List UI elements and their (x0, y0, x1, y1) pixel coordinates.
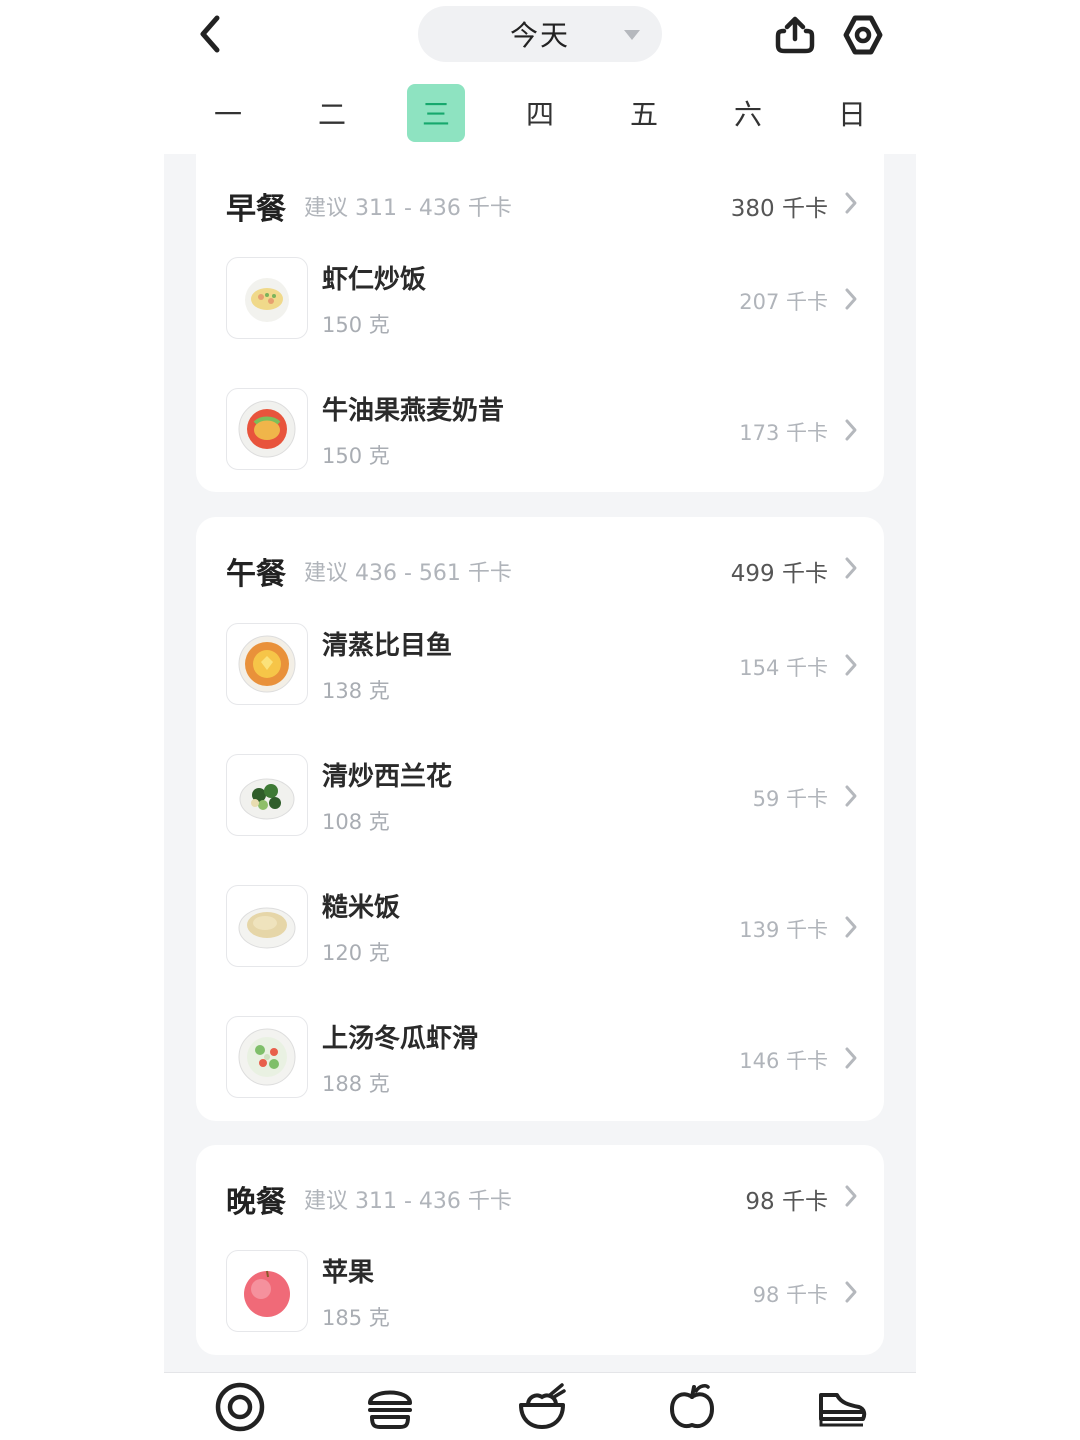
nav-sneaker[interactable] (814, 1381, 870, 1437)
food-name: 清蒸比目鱼 (322, 631, 453, 661)
food-item[interactable]: 上汤冬瓜虾滑 188 克 146 千卡 (226, 1016, 858, 1098)
food-item[interactable]: 牛油果燕麦奶昔 150 克 173 千卡 (226, 388, 858, 470)
date-selector[interactable]: 今天 (418, 6, 662, 62)
caret-down-icon (624, 30, 640, 40)
meal-card-breakfast: 早餐 建议 311 - 436 千卡 380 千卡 虾仁炒饭 150 克 207… (196, 154, 884, 492)
chevron-right-icon (845, 557, 857, 579)
food-thumb-broccoli (226, 754, 308, 836)
bottom-nav (164, 1372, 916, 1440)
meal-title: 早餐 (226, 192, 286, 227)
food-thumb-shrimp-fried-rice (226, 257, 308, 339)
meal-suggest-range: 建议 311 - 436 千卡 (304, 196, 512, 221)
food-kcal: 146 千卡 (739, 1049, 828, 1073)
food-item[interactable]: 清蒸比目鱼 138 克 154 千卡 (226, 623, 858, 705)
food-kcal: 139 千卡 (739, 918, 828, 942)
meal-total-kcal: 98 千卡 (745, 1189, 828, 1215)
food-item[interactable]: 苹果 185 克 98 千卡 (226, 1250, 858, 1332)
nav-apple[interactable] (664, 1381, 720, 1437)
food-weight: 150 克 (322, 313, 390, 337)
plate-icon (215, 1382, 265, 1432)
food-name: 苹果 (322, 1258, 375, 1288)
meal-suggest-range: 建议 311 - 436 千卡 (304, 1189, 512, 1214)
weekday-thu[interactable]: 四 (511, 84, 569, 142)
food-thumb-winter-melon-shrimp (226, 1016, 308, 1098)
sneaker-icon (819, 1393, 867, 1427)
chevron-right-icon (845, 916, 857, 938)
food-weight: 188 克 (322, 1072, 390, 1096)
food-kcal: 173 千卡 (739, 421, 828, 445)
meal-title: 晚餐 (226, 1185, 286, 1220)
apple-icon (670, 1384, 714, 1428)
food-name: 牛油果燕麦奶昔 (322, 396, 505, 426)
meal-card-lunch: 午餐 建议 436 - 561 千卡 499 千卡 清蒸比目鱼 138 克 15… (196, 517, 884, 1121)
food-thumb-brown-rice (226, 885, 308, 967)
food-kcal: 154 千卡 (739, 656, 828, 680)
top-bar: 今天 (164, 0, 916, 70)
share-button[interactable] (772, 12, 818, 58)
food-item[interactable]: 虾仁炒饭 150 克 207 千卡 (226, 257, 858, 339)
food-weight: 185 克 (322, 1306, 390, 1330)
weekday-tue[interactable]: 二 (303, 84, 361, 142)
share-upload-icon (775, 16, 815, 54)
weekday-mon[interactable]: 一 (199, 84, 257, 142)
nav-rice-bowl[interactable] (514, 1381, 570, 1437)
food-item[interactable]: 清炒西兰花 108 克 59 千卡 (226, 754, 858, 836)
weekday-sun[interactable]: 日 (823, 84, 881, 142)
meal-header-dinner[interactable]: 晚餐 建议 311 - 436 千卡 98 千卡 (226, 1177, 858, 1220)
meal-header-breakfast[interactable]: 早餐 建议 311 - 436 千卡 380 千卡 (226, 184, 858, 227)
meal-total-kcal: 380 千卡 (730, 196, 828, 222)
food-name: 虾仁炒饭 (322, 265, 427, 295)
meal-total-kcal: 499 千卡 (730, 561, 828, 587)
hexagon-settings-icon (843, 15, 883, 55)
meal-suggest-range: 建议 436 - 561 千卡 (304, 561, 512, 586)
weekday-fri[interactable]: 五 (615, 84, 673, 142)
back-button[interactable] (190, 12, 230, 56)
meal-header-lunch[interactable]: 午餐 建议 436 - 561 千卡 499 千卡 (226, 549, 858, 592)
food-weight: 108 克 (322, 810, 390, 834)
weekday-sat[interactable]: 六 (719, 84, 777, 142)
meal-card-dinner: 晚餐 建议 311 - 436 千卡 98 千卡 苹果 185 克 98 千卡 (196, 1145, 884, 1355)
food-kcal: 59 千卡 (752, 787, 828, 811)
food-name: 清炒西兰花 (322, 762, 453, 792)
food-thumb-apple (226, 1250, 308, 1332)
weekday-selector: 一 二 三 四 五 六 日 (164, 84, 916, 142)
chevron-right-icon (845, 785, 857, 807)
date-label: 今天 (509, 19, 570, 52)
meal-plan-screen: 今天 一 二 三 四 五 六 日 早餐 建议 311 - 436 千卡 380 … (164, 0, 916, 1440)
food-thumb-avocado-oat-shake (226, 388, 308, 470)
chevron-right-icon (845, 1047, 857, 1069)
food-thumb-steamed-flounder (226, 623, 308, 705)
meal-list[interactable]: 早餐 建议 311 - 436 千卡 380 千卡 虾仁炒饭 150 克 207… (164, 154, 916, 1372)
chevron-right-icon (845, 654, 857, 676)
rice-bowl-icon (519, 1383, 566, 1429)
nav-burger[interactable] (362, 1381, 418, 1437)
food-name: 上汤冬瓜虾滑 (322, 1024, 479, 1054)
food-weight: 138 克 (322, 679, 390, 703)
nav-plate[interactable] (212, 1381, 268, 1437)
chevron-left-icon (200, 15, 220, 53)
chevron-right-icon (845, 1185, 857, 1207)
chevron-right-icon (845, 1281, 857, 1303)
food-weight: 120 克 (322, 941, 390, 965)
food-name: 糙米饭 (322, 893, 401, 923)
food-item[interactable]: 糙米饭 120 克 139 千卡 (226, 885, 858, 967)
food-kcal: 98 千卡 (752, 1283, 828, 1307)
burger-icon (368, 1390, 412, 1429)
chevron-right-icon (845, 192, 857, 214)
weekday-wed[interactable]: 三 (407, 84, 465, 142)
chevron-right-icon (845, 288, 857, 310)
food-weight: 150 克 (322, 444, 390, 468)
settings-button[interactable] (840, 12, 886, 58)
food-kcal: 207 千卡 (739, 290, 828, 314)
meal-title: 午餐 (226, 557, 286, 592)
chevron-right-icon (845, 419, 857, 441)
